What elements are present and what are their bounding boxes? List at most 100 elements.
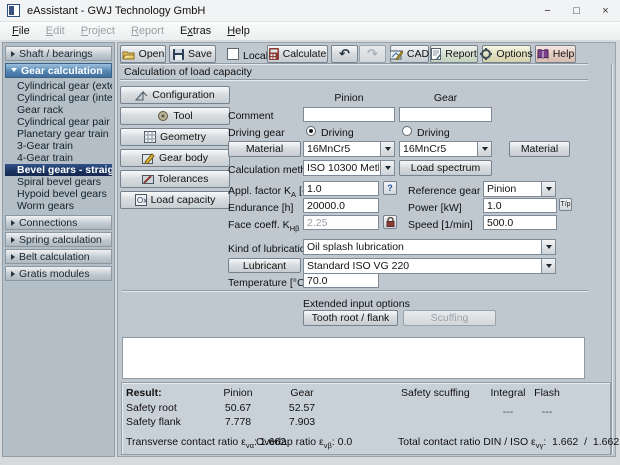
face-coeff-input [303,215,379,230]
sidebar-item-planetary-gear-train[interactable]: Planetary gear train [5,128,112,140]
face-coeff-label: Face coeff. KHβ [-] [228,219,312,234]
sidebar-item-hypoid-bevel-gears[interactable]: Hypoid bevel gears [5,188,112,200]
load-capacity-icon: Ox [134,194,147,206]
lubricant-button[interactable]: Lubricant [228,258,301,273]
endurance-label: Endurance [h] [228,202,294,214]
sidebar-item-gear-rack[interactable]: Gear rack [5,104,112,116]
result-title: Result: [126,387,162,399]
temperature-input[interactable] [303,273,379,288]
driving-gear-label: Driving gear [228,127,285,139]
driving-pinion-radio[interactable] [306,126,316,136]
cad-button[interactable]: CAD [389,45,429,63]
calculation-method-dropdown[interactable]: ISO 10300 Method B1 [303,160,395,176]
material-gear-dropdown[interactable]: 16MnCr5 [399,141,492,157]
save-button[interactable]: Save [169,45,216,63]
material-gear-button[interactable]: Material [509,141,570,157]
result-value: 7.903 [288,416,316,428]
driving-pinion-radio-label: Driving [321,127,354,139]
chevron-right-icon [11,270,15,277]
nav-tolerances-button[interactable]: Tolerances [120,170,230,188]
load-spectrum-button[interactable]: Load spectrum [399,160,492,176]
column-header-pinion: Pinion [334,92,364,104]
scuffing-button[interactable]: Scuffing [403,310,496,326]
dropdown-button[interactable] [541,259,555,273]
sidebar-item-3-gear-train[interactable]: 3-Gear train [5,140,112,152]
dropdown-button[interactable] [380,142,394,156]
reference-gear-dropdown[interactable]: Pinion [483,181,556,197]
appl-factor-input[interactable] [303,181,379,196]
result-col-flash: Flash [534,387,560,399]
torque-power-toggle-button[interactable]: T/p [559,198,572,211]
sidebar-item-cylindrical-gear-pair[interactable]: Cylindrical gear pair [5,116,112,128]
configuration-icon [135,90,148,101]
sidebar-section-belt-calculation[interactable]: Belt calculation [5,249,112,264]
close-button[interactable]: × [591,0,620,22]
chevron-down-icon [384,166,391,170]
lubricant-dropdown[interactable]: Standard ISO VG 220 [303,258,556,274]
nav-geometry-button[interactable]: Geometry [120,128,230,146]
driving-gear-radio[interactable] [402,126,412,136]
chevron-right-icon [11,236,15,243]
dropdown-button[interactable] [380,161,394,175]
lubrication-dropdown[interactable]: Oil splash lubrication [303,239,556,255]
face-coeff-lock-button[interactable] [383,215,397,229]
sidebar-item-bevel-gears[interactable]: Bevel gears - straight/heli... [5,164,112,176]
chevron-down-icon [545,245,552,249]
result-row-label: Safety root [126,402,177,414]
menu-extras[interactable]: Extras [172,23,219,39]
menu-help[interactable]: Help [219,23,258,39]
comment-gear-input[interactable] [399,107,492,122]
sidebar-item-cylindrical-gear-internal[interactable]: Cylindrical gear (internal) [5,92,112,104]
nav-gear-body-button[interactable]: Gear body [120,149,230,167]
nav-load-capacity-button[interactable]: Ox Load capacity [120,191,230,209]
result-col-pinion: Pinion [223,387,253,399]
sidebar-item-cylindrical-gear-external[interactable]: Cylindrical gear (external) [5,80,112,92]
power-input[interactable] [483,198,557,213]
chevron-down-icon [481,147,488,151]
open-folder-icon [122,49,135,60]
report-document-icon [431,48,442,60]
local-checkbox[interactable] [227,48,239,60]
help-button[interactable]: Help [535,45,576,63]
tooth-root-flank-button[interactable]: Tooth root / flank [303,310,398,326]
endurance-input[interactable] [303,198,379,213]
result-col-gear: Gear [290,387,314,399]
chevron-down-icon [545,187,552,191]
report-button[interactable]: Report [430,45,478,63]
result-row-label: Safety flank [126,416,181,428]
result-value: --- [541,406,553,418]
dropdown-button[interactable] [477,142,491,156]
sidebar-item-worm-gears[interactable]: Worm gears [5,200,112,212]
sidebar-item-4-gear-train[interactable]: 4-Gear train [5,152,112,164]
page-title: Calculation of load capacity [124,66,252,78]
material-pinion-button[interactable]: Material [228,141,301,157]
sidebar-section-connections[interactable]: Connections [5,215,112,230]
speed-input[interactable] [483,215,557,230]
sidebar-section-gratis-modules[interactable]: Gratis modules [5,266,112,281]
comment-pinion-input[interactable] [303,107,395,122]
material-pinion-dropdown[interactable]: 16MnCr5 [303,141,395,157]
appl-factor-help-button[interactable]: ? [383,181,397,195]
dropdown-button[interactable] [541,240,555,254]
temperature-label: Temperature [°C] [228,277,308,289]
nav-tool-button[interactable]: Tool [120,107,230,125]
nav-configuration-button[interactable]: Configuration [120,86,230,104]
options-button[interactable]: Options [480,45,533,63]
calculate-button[interactable]: Calculate [267,45,328,63]
gear-icon [480,48,493,60]
dropdown-button[interactable] [541,182,555,196]
sidebar-section-shaft-bearings[interactable]: Shaft / bearings [5,46,112,61]
minimize-button[interactable]: − [533,0,562,22]
menu-file[interactable]: File [4,23,38,39]
sidebar-section-gear-calculation[interactable]: Gear calculation [5,63,112,78]
chevron-right-icon [11,50,15,57]
tolerances-icon [141,174,154,185]
redo-button[interactable]: ↷ [359,45,386,63]
message-area [122,337,585,379]
maximize-button[interactable]: □ [562,0,591,22]
sidebar-item-spiral-bevel-gears[interactable]: Spiral bevel gears [5,176,112,188]
sidebar-section-spring-calculation[interactable]: Spring calculation [5,232,112,247]
open-button[interactable]: Open [120,45,166,63]
lubrication-label: Kind of lubrication [228,243,312,255]
undo-button[interactable]: ↶ [331,45,358,63]
